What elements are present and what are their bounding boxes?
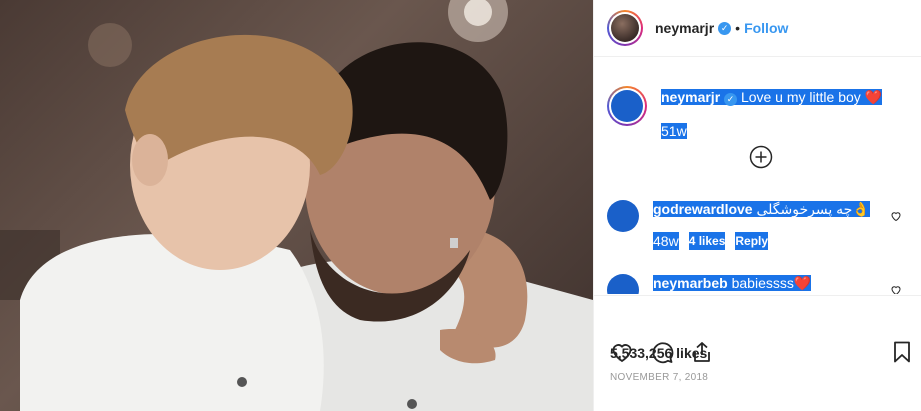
commenter-name[interactable]: neymarbeb xyxy=(653,275,728,291)
separator-dot: • xyxy=(735,20,741,36)
comment-item: godrewardlove چه پسرخوشگلی👌 48w 4 likes … xyxy=(607,200,870,250)
post-photo-art xyxy=(0,0,593,411)
author-avatar[interactable] xyxy=(607,10,643,46)
post-side-panel: neymarjr ✓ • Follow neymarjr ✓ Love u my… xyxy=(593,0,921,411)
bookmark-icon[interactable] xyxy=(890,340,914,364)
comment-likes[interactable]: 4 likes xyxy=(688,232,726,250)
likes-count[interactable]: 5,533,256 likes xyxy=(610,345,707,361)
follow-button[interactable]: Follow xyxy=(744,20,788,36)
post-header: neymarjr ✓ • Follow xyxy=(594,0,921,57)
comment-age: 48w xyxy=(653,232,679,250)
heart-icon[interactable] xyxy=(890,284,902,294)
caption: neymarjr ✓ Love u my little boy ❤️ 51w xyxy=(607,86,883,140)
comments-list[interactable]: neymarjr ✓ Love u my little boy ❤️ 51w g… xyxy=(594,58,921,294)
caption-avatar[interactable] xyxy=(607,86,647,126)
post-date: NOVEMBER 7, 2018 xyxy=(610,372,709,383)
heart-emoji: ❤️ xyxy=(864,89,883,105)
post-photo[interactable] xyxy=(0,0,593,411)
comment-text: چه پسرخوشگلی👌 xyxy=(756,201,870,217)
commenter-avatar[interactable] xyxy=(607,274,639,294)
comment-item: neymarbeb babiessss❤️ xyxy=(607,274,812,294)
caption-author[interactable]: neymarjr xyxy=(661,89,721,105)
commenter-name[interactable]: godrewardlove xyxy=(653,201,753,217)
caption-age: 51w xyxy=(661,123,687,139)
heart-emoji: ❤️ xyxy=(793,275,812,291)
heart-icon[interactable] xyxy=(890,210,902,222)
author-handle[interactable]: neymarjr xyxy=(655,20,714,36)
caption-text: Love u my little boy xyxy=(740,89,861,105)
plus-circle-icon[interactable] xyxy=(749,145,773,169)
commenter-avatar[interactable] xyxy=(607,200,639,232)
reply-button[interactable]: Reply xyxy=(735,232,769,250)
comment-text: babiessss xyxy=(731,275,794,291)
verified-icon: ✓ xyxy=(724,92,738,106)
verified-icon: ✓ xyxy=(718,21,732,35)
